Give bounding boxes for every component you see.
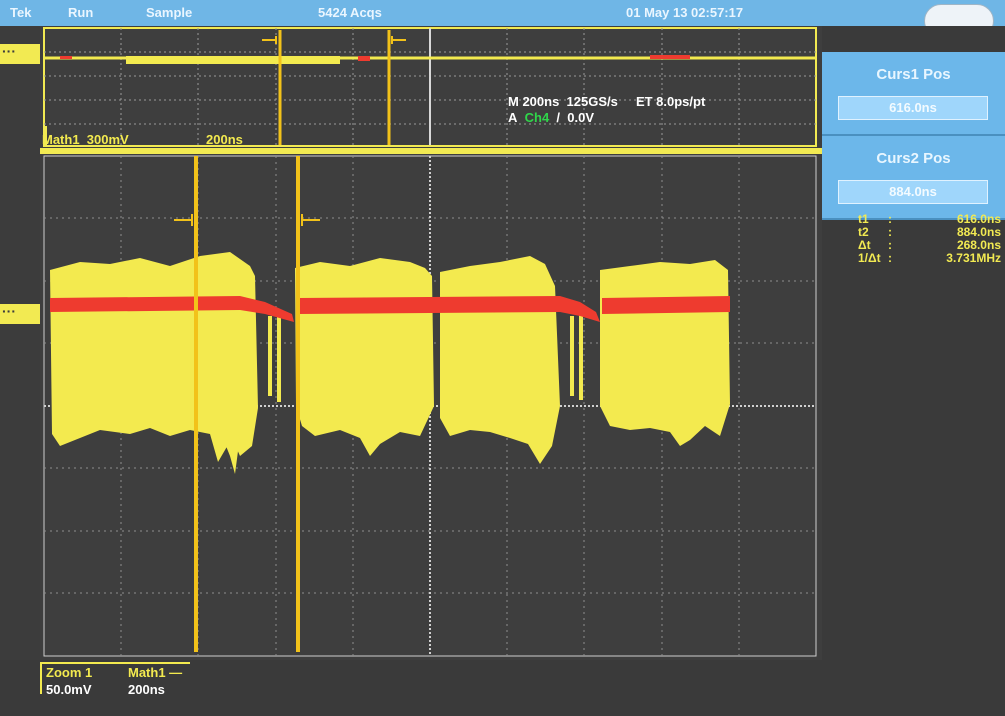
- channel-marker-strip: ··· ···: [0, 26, 40, 660]
- trigger-channel-label: Ch4: [524, 110, 550, 125]
- run-state-button[interactable]: Run: [68, 5, 93, 20]
- overview-math-label: Math1 300mV: [42, 132, 129, 147]
- acquisition-count: 5424 Acqs: [318, 5, 382, 20]
- curs1-pos-title: Curs1 Pos: [876, 66, 951, 83]
- cursor-panel: Curs1 Pos 616.0ns Curs2 Pos 884.0ns t1:6…: [822, 26, 1005, 716]
- curs1-pos-field[interactable]: 616.0ns: [838, 96, 988, 120]
- scope-display[interactable]: Math1 300mV 200ns M 200ns 125GS/s ET 8.0…: [40, 26, 822, 660]
- bottom-math-label: Math1 —: [128, 665, 183, 680]
- acquisition-mode-button[interactable]: Sample: [146, 5, 192, 20]
- curs2-pos-field[interactable]: 884.0ns: [838, 180, 988, 204]
- overview-channel-marker[interactable]: ···: [0, 44, 40, 64]
- timebase-readout: M 200ns 125GS/s ET 8.0ps/pt: [508, 94, 706, 109]
- zoom-label: Zoom 1: [46, 665, 93, 680]
- brand-label: Tek: [10, 5, 32, 20]
- curs2-pos-control[interactable]: Curs2 Pos 884.0ns: [822, 136, 1005, 220]
- zoom-channel-marker[interactable]: ···: [0, 304, 40, 324]
- status-bar: Tek Run Sample 5424 Acqs 01 May 13 02:57…: [0, 0, 1005, 38]
- curs1-pos-control[interactable]: Curs1 Pos 616.0ns: [822, 52, 1005, 136]
- bottom-math-time: 200ns: [128, 682, 165, 697]
- trigger-readout: A Ch4 / 0.0V: [508, 110, 595, 125]
- zoom-scale: 50.0mV: [46, 682, 92, 697]
- bottom-readout-bar: Zoom 1 Math1 — 50.0mV 200ns: [0, 660, 822, 716]
- scope-graticule: [40, 26, 822, 660]
- overview-time-scale: 200ns: [206, 132, 243, 147]
- datetime-label: 01 May 13 02:57:17: [626, 5, 744, 20]
- curs2-pos-title: Curs2 Pos: [876, 150, 951, 167]
